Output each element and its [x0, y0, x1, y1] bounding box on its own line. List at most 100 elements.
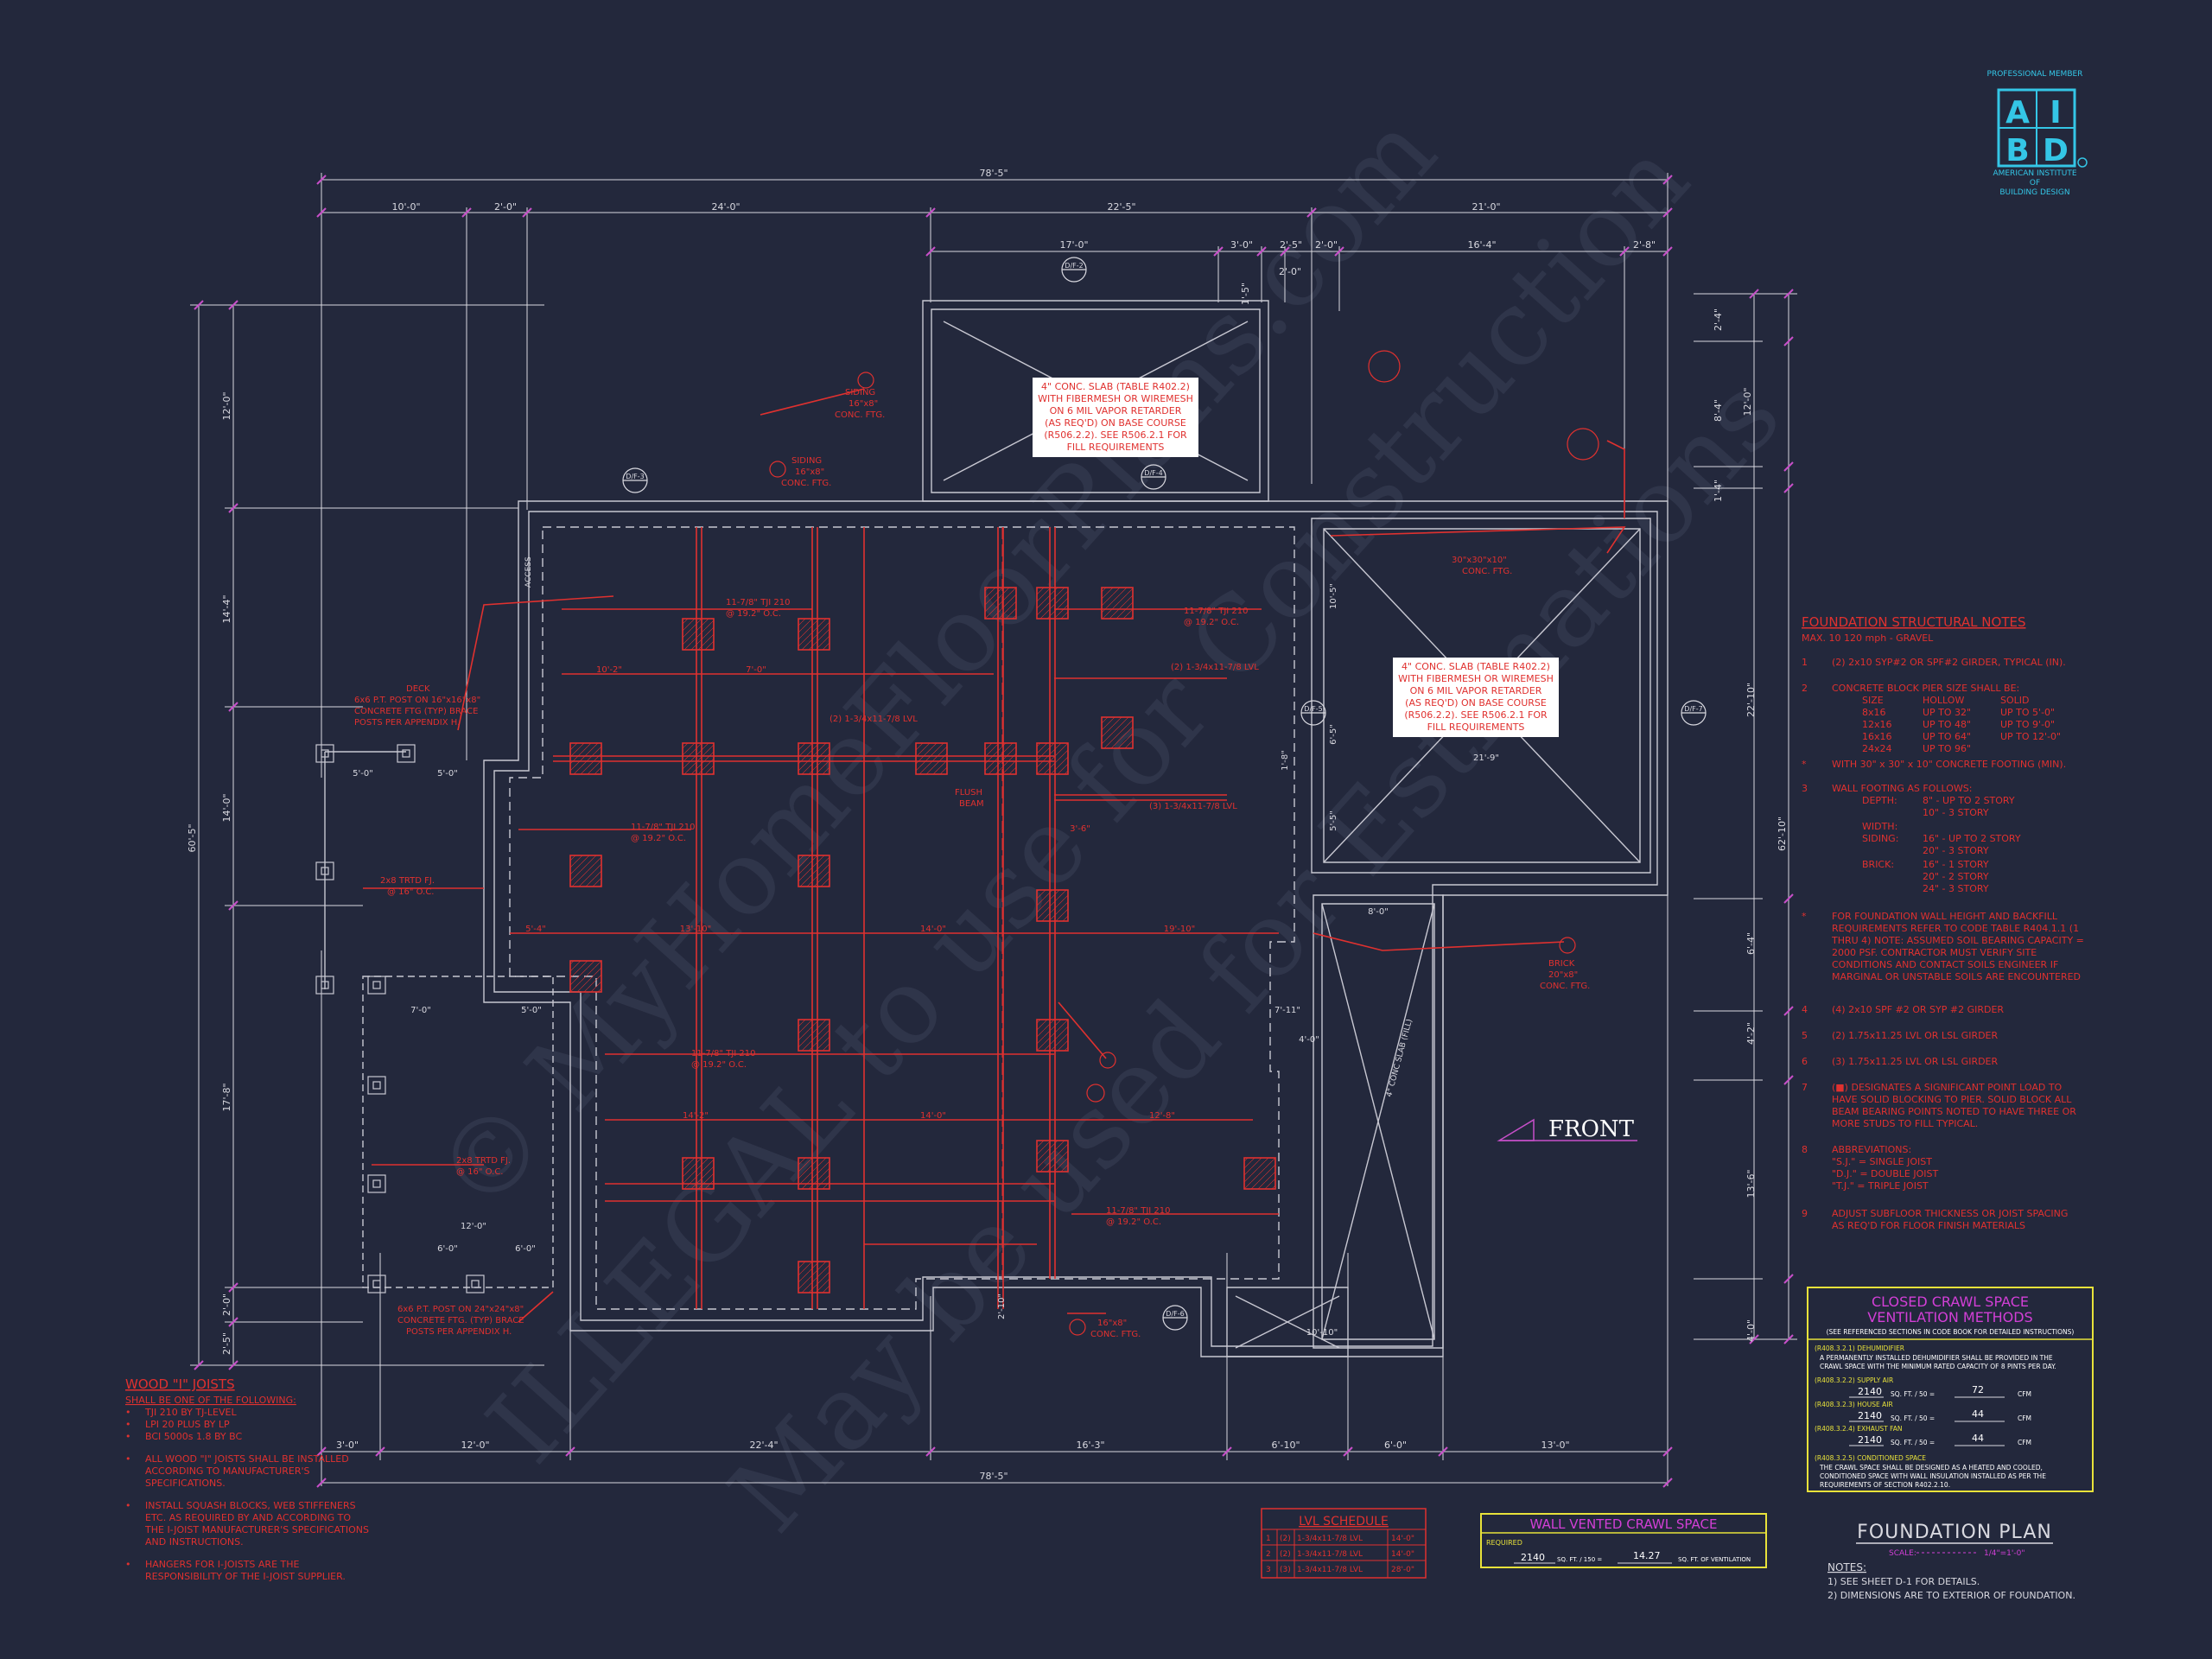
svg-text:(AS REQ'D) ON BASE COURSE: (AS REQ'D) ON BASE COURSE — [1045, 417, 1186, 429]
svg-text:2) DIMENSIONS ARE TO EXTERIOR: 2) DIMENSIONS ARE TO EXTERIOR OF FOUNDAT… — [1827, 1590, 2075, 1601]
dim-left-overall: 60'-5" — [187, 823, 198, 852]
callout-1: D/F-2 — [1065, 262, 1083, 270]
dim-left-1: 12'-0" — [221, 391, 232, 420]
svg-text:3: 3 — [1266, 1566, 1271, 1574]
svg-text:11-7/8" TJI 210: 11-7/8" TJI 210 — [691, 1049, 755, 1058]
svg-text:WALL FOOTING AS FOLLOWS:: WALL FOOTING AS FOLLOWS: — [1832, 783, 1973, 794]
logo-bottom-1: AMERICAN INSTITUTE — [1993, 169, 2076, 178]
svg-text:5'-5": 5'-5" — [1329, 810, 1338, 831]
svg-text:12x16: 12x16 — [1862, 719, 1892, 730]
svg-text:20" - 3 STORY: 20" - 3 STORY — [1923, 845, 1989, 856]
dim-right-3: 1'-4" — [1713, 480, 1724, 502]
svg-text:(2) 1-3/4x11-7/8 LVL: (2) 1-3/4x11-7/8 LVL — [1171, 663, 1259, 672]
svg-text:*: * — [1802, 911, 1807, 922]
svg-text:@ 19.2" O.C.: @ 19.2" O.C. — [1106, 1217, 1161, 1227]
dim-left-5: 2'-0" — [221, 1294, 232, 1316]
svg-text:13'-10": 13'-10" — [680, 925, 711, 934]
dim-bottom-2: 12'-0" — [461, 1440, 489, 1451]
svg-text:24x24: 24x24 — [1862, 743, 1892, 754]
svg-text:8" - UP TO 2 STORY: 8" - UP TO 2 STORY — [1923, 795, 2015, 806]
svg-text:BCI 5000s 1.8 BY BC: BCI 5000s 1.8 BY BC — [145, 1431, 243, 1442]
svg-text:(2): (2) — [1280, 1550, 1291, 1559]
svg-text:11-7/8" TJI 210: 11-7/8" TJI 210 — [726, 598, 790, 607]
svg-text:8'-0": 8'-0" — [1368, 907, 1389, 917]
svg-text:•: • — [125, 1500, 131, 1511]
svg-text:3: 3 — [1802, 783, 1808, 794]
structural-notes: FOUNDATION STRUCTURAL NOTES MAX. 10 120 … — [1802, 614, 2084, 1231]
svg-text:16" - UP TO 2 STORY: 16" - UP TO 2 STORY — [1923, 833, 2021, 844]
svg-text:10'-10": 10'-10" — [1306, 1328, 1338, 1338]
svg-text:SQ. FT. OF VENTILATION: SQ. FT. OF VENTILATION — [1678, 1556, 1751, 1563]
svg-text:•: • — [125, 1559, 131, 1570]
svg-text:SIDING: SIDING — [791, 456, 822, 466]
notes-label: NOTES: — [1827, 1561, 1866, 1573]
svg-text:10" - 3 STORY: 10" - 3 STORY — [1923, 807, 1989, 818]
svg-text:THE CRAWL SPACE SHALL BE DESIG: THE CRAWL SPACE SHALL BE DESIGNED AS A H… — [1819, 1464, 2043, 1471]
svg-text:7'-0": 7'-0" — [410, 1006, 431, 1015]
svg-text:7'-11": 7'-11" — [1274, 1006, 1300, 1015]
structural-notes-title: FOUNDATION STRUCTURAL NOTES — [1802, 614, 2026, 630]
svg-text:FILL REQUIREMENTS: FILL REQUIREMENTS — [1067, 442, 1165, 453]
svg-text:ON 6 MIL VAPOR RETARDER: ON 6 MIL VAPOR RETARDER — [1050, 405, 1182, 416]
svg-text:THE I-JOIST MANUFACTURER'S SPE: THE I-JOIST MANUFACTURER'S SPECIFICATION… — [144, 1524, 369, 1535]
svg-text:(2) 1.75x11.25 LVL OR LSL GIRD: (2) 1.75x11.25 LVL OR LSL GIRDER — [1832, 1030, 1999, 1041]
svg-text:20" - 2 STORY: 20" - 2 STORY — [1923, 871, 1989, 882]
dim-right-4: 22'-10" — [1745, 683, 1757, 717]
svg-text:24" - 3 STORY: 24" - 3 STORY — [1923, 883, 1989, 894]
dim-top-2-1: 10'-0" — [391, 201, 420, 213]
svg-text:8: 8 — [1802, 1144, 1808, 1155]
svg-text:HAVE SOLID BLOCKING TO PIER. S: HAVE SOLID BLOCKING TO PIER. SOLID BLOCK… — [1832, 1094, 2072, 1105]
svg-text:A PERMANENTLY INSTALLED DEHUMI: A PERMANENTLY INSTALLED DEHUMIDIFIER SHA… — [1820, 1354, 2053, 1362]
svg-text:WITH 30" x 30" x 10" CONCRETE: WITH 30" x 30" x 10" CONCRETE FOOTING (M… — [1832, 759, 2066, 770]
svg-text:BRICK:: BRICK: — [1862, 859, 1894, 870]
svg-text:@ 16" O.C.: @ 16" O.C. — [456, 1167, 504, 1177]
svg-text:(3) 1-3/4x11-7/8 LVL: (3) 1-3/4x11-7/8 LVL — [1149, 802, 1237, 811]
logo-bottom-3: BUILDING DESIGN — [1999, 188, 2069, 197]
svg-text:BEAM BEARING POINTS NOTED TO H: BEAM BEARING POINTS NOTED TO HAVE THREE … — [1832, 1106, 2076, 1117]
svg-text:(SEE REFERENCED SECTIONS IN CO: (SEE REFERENCED SECTIONS IN CODE BOOK FO… — [1827, 1328, 2075, 1336]
svg-text:CONCRETE FTG. (TYP) BRACE: CONCRETE FTG. (TYP) BRACE — [397, 1316, 524, 1325]
svg-text:11-7/8" TJI 210: 11-7/8" TJI 210 — [631, 823, 695, 832]
logo-bottom-2: OF — [2030, 179, 2040, 188]
svg-text:ACCORDING TO MANUFACTURER'S: ACCORDING TO MANUFACTURER'S — [145, 1465, 309, 1477]
svg-text:UP TO 9'-0": UP TO 9'-0" — [2000, 719, 2055, 730]
slab-note-2: 4" CONC. SLAB (TABLE R402.2) WITH FIBERM… — [1393, 658, 1559, 737]
dim-right-1: 2'-4" — [1713, 308, 1724, 331]
svg-text:BRICK: BRICK — [1548, 959, 1575, 969]
svg-text:(■) DESIGNATES A SIGNIFICANT P: (■) DESIGNATES A SIGNIFICANT POINT LOAD … — [1832, 1082, 2063, 1093]
logo-letter-a: A — [2005, 95, 2030, 130]
svg-text:11-7/8" TJI 210: 11-7/8" TJI 210 — [1106, 1206, 1170, 1216]
svg-text:•: • — [125, 1407, 131, 1418]
svg-text:THRU 4) NOTE: ASSUMED SOIL BEA: THRU 4) NOTE: ASSUMED SOIL BEARING CAPAC… — [1831, 935, 2084, 946]
svg-text:CONC. FTG.: CONC. FTG. — [781, 479, 831, 488]
svg-text:14'-0": 14'-0" — [1391, 1535, 1414, 1543]
svg-text:MORE STUDS TO FILL TYPICAL.: MORE STUDS TO FILL TYPICAL. — [1832, 1118, 1978, 1129]
svg-text:(2): (2) — [1280, 1535, 1291, 1543]
svg-text:MARGINAL OR UNSTABLE SOILS ARE: MARGINAL OR UNSTABLE SOILS ARE ENCOUNTER… — [1832, 971, 2081, 982]
svg-text:HANGERS FOR I-JOISTS ARE THE: HANGERS FOR I-JOISTS ARE THE — [145, 1559, 300, 1570]
scale-value: 1/4"=1'-0" — [1984, 1549, 2024, 1558]
svg-text:"D.J." = DOUBLE JOIST: "D.J." = DOUBLE JOIST — [1832, 1168, 1938, 1179]
svg-text:AND INSTRUCTIONS.: AND INSTRUCTIONS. — [145, 1536, 244, 1548]
svg-text:(2) 1-3/4x11-7/8 LVL: (2) 1-3/4x11-7/8 LVL — [830, 715, 918, 724]
lvl-schedule-title: LVL SCHEDULE — [1299, 1515, 1389, 1529]
svg-text:•: • — [125, 1453, 131, 1465]
svg-text:(R408.3.2.3) HOUSE AIR: (R408.3.2.3) HOUSE AIR — [1815, 1401, 1893, 1408]
front-indicator: FRONT — [1497, 1116, 1637, 1142]
svg-text:5'-0": 5'-0" — [437, 769, 458, 779]
dim-left-2: 14'-4" — [221, 594, 232, 623]
svg-text:ON 6 MIL VAPOR RETARDER: ON 6 MIL VAPOR RETARDER — [1410, 685, 1542, 696]
svg-text:SOLID: SOLID — [2000, 695, 2029, 706]
svg-text:(R408.3.2.4) EXHAUST FAN: (R408.3.2.4) EXHAUST FAN — [1815, 1425, 1902, 1433]
svg-text:5'-4": 5'-4" — [525, 925, 546, 934]
svg-text:4'-0": 4'-0" — [1299, 1035, 1319, 1045]
svg-text:10'-2": 10'-2" — [596, 665, 622, 675]
svg-text:@ 19.2" O.C.: @ 19.2" O.C. — [726, 609, 781, 619]
svg-text:SHALL BE ONE OF THE FOLLOWING:: SHALL BE ONE OF THE FOLLOWING: — [125, 1395, 296, 1406]
svg-text:@ 19.2" O.C.: @ 19.2" O.C. — [691, 1060, 747, 1070]
dim-top-small-2: 1'-5" — [1240, 283, 1251, 305]
dim-top-2-3: 24'-0" — [711, 201, 740, 213]
svg-text:6: 6 — [1802, 1056, 1808, 1067]
closed-crawl-title-1: CLOSED CRAWL SPACE — [1872, 1294, 2029, 1310]
svg-text:7'-0": 7'-0" — [746, 665, 766, 675]
